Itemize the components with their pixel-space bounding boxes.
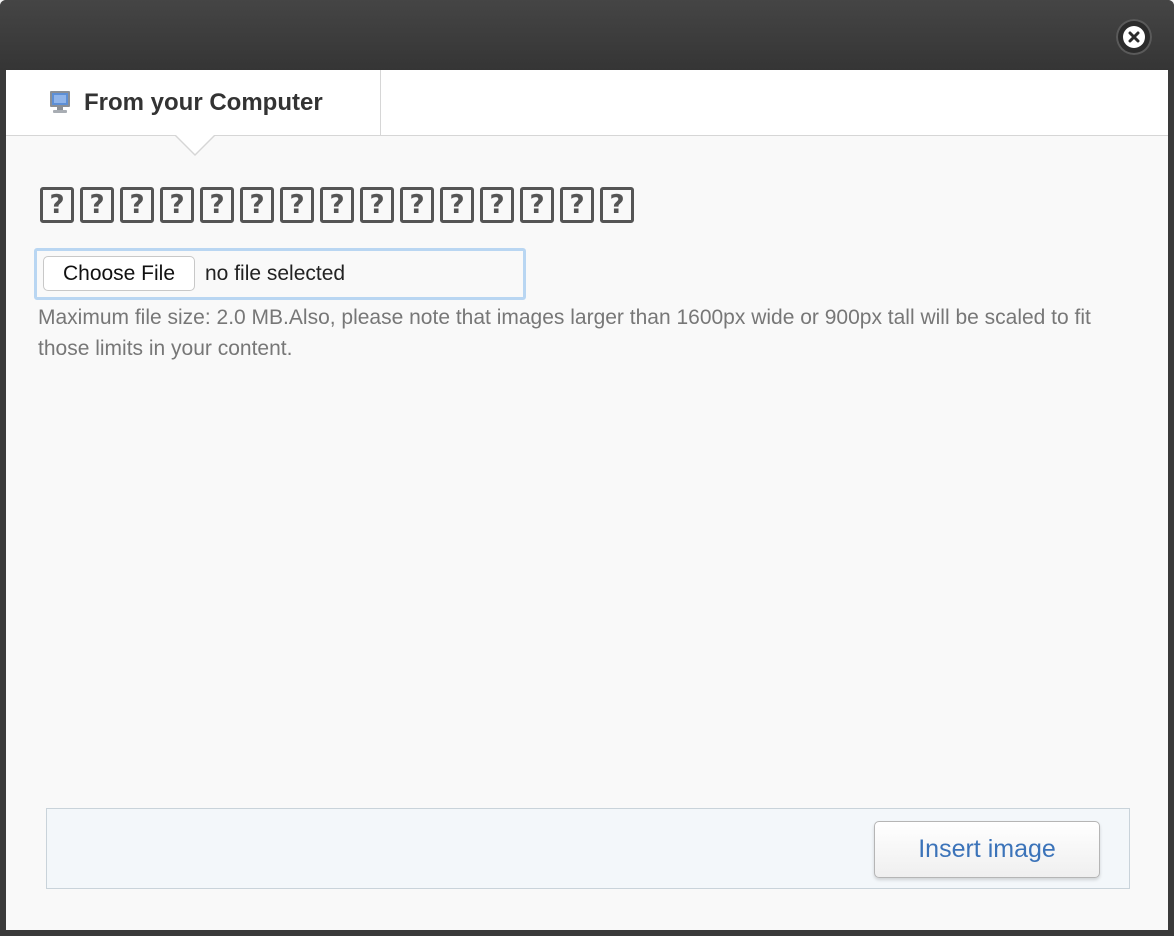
heading-glyph: ? — [80, 187, 114, 223]
heading-glyph: ? — [40, 187, 74, 223]
choose-file-button[interactable]: Choose File — [43, 256, 195, 291]
tab-from-computer[interactable]: From your Computer — [8, 70, 381, 136]
heading-glyph: ? — [440, 187, 474, 223]
heading-glyph: ? — [240, 187, 274, 223]
heading-glyph: ? — [520, 187, 554, 223]
file-size-help-text: Maximum file size: 2.0 MB.Also, please n… — [38, 306, 1091, 360]
close-icon — [1123, 26, 1145, 48]
dialog-content: From your Computer ??????????????? Choos… — [6, 70, 1168, 930]
active-tab-pointer — [174, 134, 216, 156]
heading-glyph: ? — [360, 187, 394, 223]
heading-glyph: ? — [480, 187, 514, 223]
heading-glyph: ? — [320, 187, 354, 223]
upload-heading: ??????????????? — [40, 187, 634, 223]
heading-glyph: ? — [200, 187, 234, 223]
file-input[interactable]: Choose File no file selected — [34, 248, 526, 300]
heading-glyph: ? — [280, 187, 314, 223]
heading-glyph: ? — [600, 187, 634, 223]
insert-image-button[interactable]: Insert image — [874, 821, 1100, 878]
tab-bar: From your Computer — [6, 70, 1168, 136]
insert-image-dialog: From your Computer ??????????????? Choos… — [0, 0, 1174, 936]
tab-label: From your Computer — [84, 89, 323, 116]
computer-icon — [48, 90, 72, 114]
file-status-text: no file selected — [205, 262, 346, 285]
heading-glyph: ? — [400, 187, 434, 223]
close-button[interactable] — [1116, 19, 1152, 55]
heading-glyph: ? — [120, 187, 154, 223]
dialog-footer: Insert image — [46, 808, 1130, 889]
dialog-titlebar — [0, 0, 1174, 70]
heading-glyph: ? — [560, 187, 594, 223]
heading-glyph: ? — [160, 187, 194, 223]
